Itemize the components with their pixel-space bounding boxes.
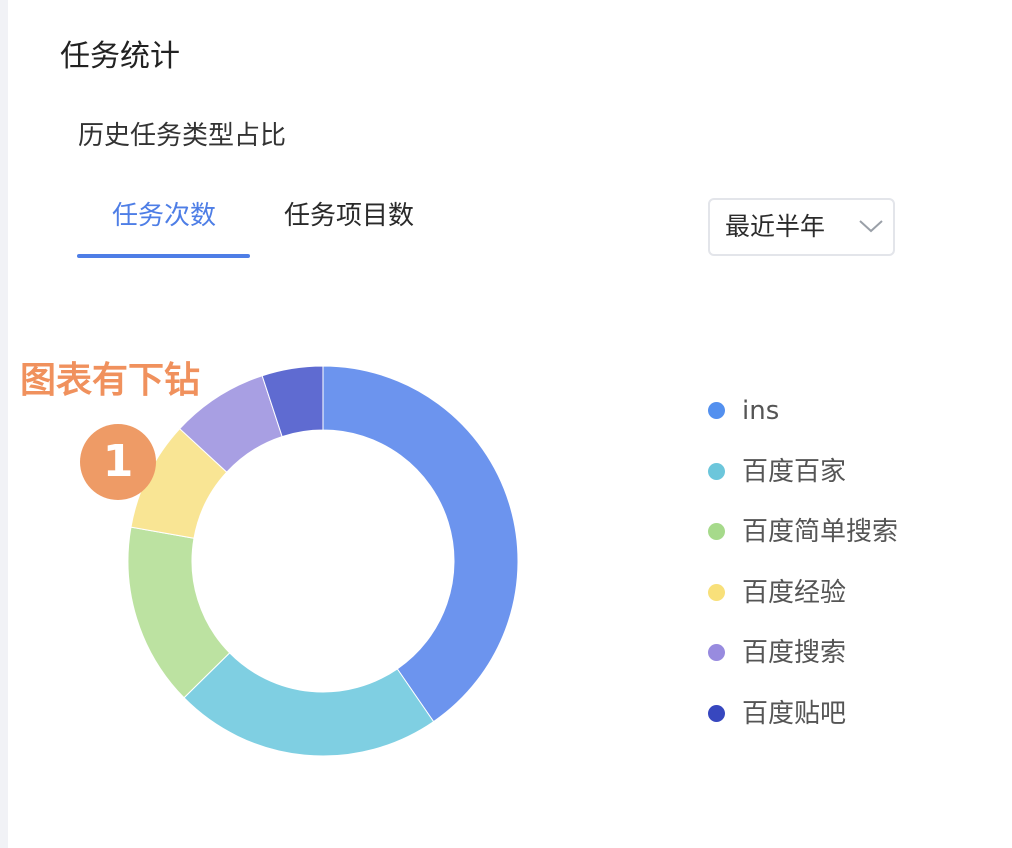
section-title: 历史任务类型占比	[78, 121, 287, 151]
legend-label: 百度搜索	[742, 638, 847, 669]
page-title: 任务统计	[60, 39, 180, 74]
annotation-label: 图表有下钻	[20, 360, 201, 401]
legend-dot-icon	[708, 583, 725, 601]
left-rail	[0, 0, 8, 848]
period-select-value: 最近半年	[725, 212, 826, 241]
donut-slice-2[interactable]	[183, 652, 435, 757]
legend-dot-icon	[708, 462, 725, 480]
legend-dot-icon	[708, 644, 725, 662]
legend-dot-icon	[708, 704, 725, 722]
legend-label: ins	[742, 396, 780, 426]
tab-task-items[interactable]: 任务项目数	[284, 196, 414, 236]
donut-chart[interactable]	[120, 356, 528, 766]
donut-slice-1[interactable]	[322, 365, 519, 723]
period-select[interactable]: 最近半年	[708, 198, 895, 256]
legend-label: 百度简单搜索	[742, 517, 899, 548]
active-tab-indicator	[77, 254, 250, 258]
tab-task-count[interactable]: 任务次数	[112, 196, 216, 236]
legend-label: 百度经验	[742, 577, 847, 608]
annotation-badge: 1	[80, 424, 156, 500]
legend-dot-icon	[708, 523, 725, 541]
legend-label: 百度贴吧	[742, 698, 847, 729]
legend-label: 百度百家	[742, 456, 847, 487]
legend-dot-icon	[708, 402, 725, 419]
chevron-down-icon	[859, 220, 883, 233]
